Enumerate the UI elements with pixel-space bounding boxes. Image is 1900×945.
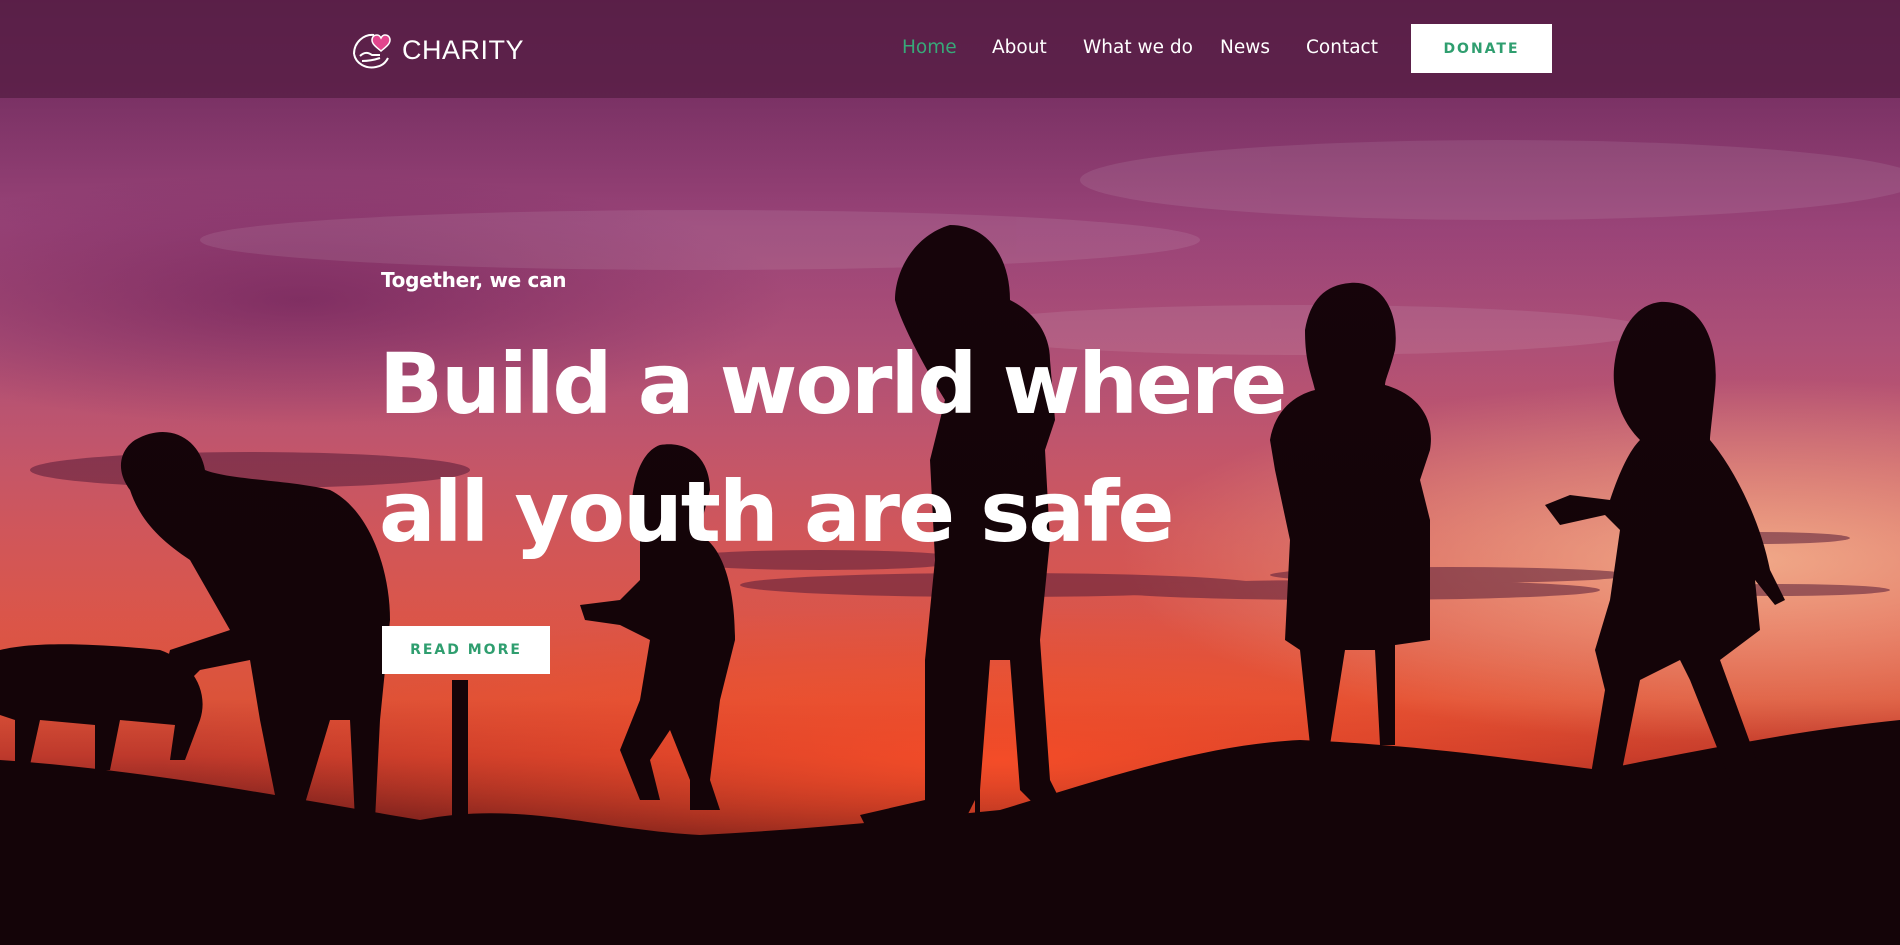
nav-item-what-we-do[interactable]: What we do [1083,37,1193,58]
hero-headline-line-2: all youth are safe [379,463,1175,561]
nav-item-home[interactable]: Home [902,37,957,58]
read-more-button[interactable]: READ MORE [382,626,550,674]
hero-eyebrow: Together, we can [381,268,567,292]
site-logo[interactable]: CHARITY [350,28,524,72]
hand-heart-icon [353,33,391,69]
hero-headline-line-1: Build a world where [379,335,1287,433]
nav-item-news[interactable]: News [1220,37,1270,58]
site-header: CHARITY Home About What we do News Conta… [0,0,1900,98]
nav-item-about[interactable]: About [992,37,1047,58]
hero-headline: Build a world where all youth are safe [379,320,1379,576]
page: CHARITY Home About What we do News Conta… [0,0,1900,945]
site-logo-text: CHARITY [402,34,525,65]
donate-button[interactable]: DONATE [1411,24,1552,73]
nav-item-contact[interactable]: Contact [1306,37,1378,58]
